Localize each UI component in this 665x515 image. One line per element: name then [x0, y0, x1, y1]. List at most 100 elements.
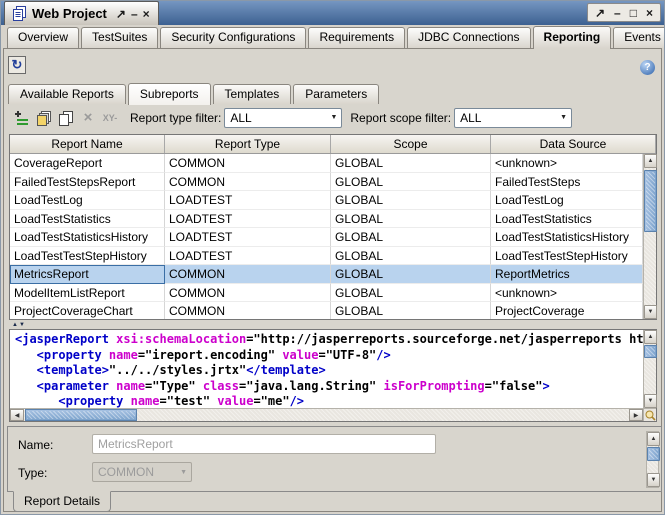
xml-token: ="Type": [145, 379, 196, 393]
xml-token: />: [376, 348, 390, 362]
tab-templates[interactable]: Templates: [213, 84, 292, 104]
table-cell: <unknown>: [491, 154, 643, 173]
scroll-left-button[interactable]: ◀: [10, 409, 24, 421]
tab-security-configurations[interactable]: Security Configurations: [160, 27, 306, 48]
scroll-down-button[interactable]: ▼: [644, 394, 657, 408]
table-cell: LoadTestLog: [10, 191, 165, 210]
scope-filter-select[interactable]: ALL ▼: [454, 108, 572, 128]
table-cell: COMMON: [165, 265, 331, 284]
scroll-up-button[interactable]: ▲: [644, 154, 657, 168]
table-cell: LoadTestTestStepHistory: [491, 247, 643, 266]
scroll-up-button[interactable]: ▲: [644, 330, 657, 344]
table-row[interactable]: ModelItemListReportCOMMONGLOBAL<unknown>: [10, 284, 643, 303]
delete-subreport-button[interactable]: ×: [78, 109, 98, 127]
scroll-down-button[interactable]: ▼: [644, 305, 657, 319]
table-cell: LoadTestLog: [491, 191, 643, 210]
column-header-scope[interactable]: Scope: [331, 135, 491, 153]
scroll-up-button[interactable]: ▲: [647, 432, 660, 446]
xml-editor-code[interactable]: <jasperReport xsi:schemaLocation="http:/…: [10, 330, 643, 408]
xml-token: <parameter: [15, 379, 109, 393]
scrollbar-thumb[interactable]: [644, 170, 657, 232]
close-button[interactable]: ×: [646, 6, 653, 20]
document-tab[interactable]: Web Project ↗ – ×: [4, 1, 159, 25]
type-select[interactable]: COMMON ▼: [92, 462, 192, 482]
frame-restore-button[interactable]: ↗: [116, 8, 126, 20]
xml-token: isForPrompting: [376, 379, 484, 393]
maximize-button[interactable]: □: [630, 6, 637, 20]
restore-button[interactable]: ↗: [595, 6, 605, 20]
help-icon: ?: [644, 62, 650, 73]
collapse-down-icon[interactable]: ▼: [19, 322, 25, 328]
copy-subreport-button[interactable]: [56, 109, 76, 127]
scroll-down-button[interactable]: ▼: [647, 473, 660, 487]
table-cell: LoadTestStatisticsHistory: [491, 228, 643, 247]
column-header-data-source[interactable]: Data Source: [491, 135, 656, 153]
reports-table: Report NameReport TypeScopeData Source C…: [9, 134, 657, 320]
tab-parameters[interactable]: Parameters: [293, 84, 379, 104]
table-row[interactable]: LoadTestLogLOADTESTGLOBALLoadTestLog: [10, 191, 643, 210]
table-cell: COMMON: [165, 173, 331, 192]
table-row[interactable]: MetricsReportCOMMONGLOBALReportMetrics: [10, 265, 643, 284]
table-cell: <unknown>: [491, 284, 643, 303]
editor-vscrollbar[interactable]: ▲ ▼: [643, 330, 656, 408]
tab-available-reports[interactable]: Available Reports: [8, 84, 126, 104]
xml-token: >: [542, 379, 549, 393]
type-select-value: COMMON: [98, 465, 154, 479]
add-subreport-button[interactable]: [12, 109, 32, 127]
help-button[interactable]: ?: [640, 60, 655, 75]
xml-token: ="ireport.encoding": [138, 348, 275, 362]
tab-reporting[interactable]: Reporting: [533, 26, 612, 49]
editor-corner[interactable]: [643, 408, 656, 421]
table-row[interactable]: ProjectCoverageChartCOMMONGLOBALProjectC…: [10, 302, 643, 319]
xml-token: ="java.lang.String": [239, 379, 376, 393]
clone-subreport-button[interactable]: [34, 109, 54, 127]
scrollbar-thumb[interactable]: [25, 409, 137, 421]
scrollbar-thumb[interactable]: [644, 345, 657, 358]
table-cell: ProjectCoverage: [491, 302, 643, 319]
tab-overview[interactable]: Overview: [7, 27, 79, 48]
table-row[interactable]: LoadTestStatisticsHistoryLOADTESTGLOBALL…: [10, 228, 643, 247]
table-cell: LOADTEST: [165, 228, 331, 247]
tab-jdbc-connections[interactable]: JDBC Connections: [407, 27, 530, 48]
tab-subreports[interactable]: Subreports: [128, 83, 211, 105]
column-header-report-type[interactable]: Report Type: [165, 135, 331, 153]
table-cell: LoadTestStatistics: [10, 210, 165, 229]
table-vscrollbar[interactable]: ▲ ▼: [643, 154, 656, 319]
table-cell: GLOBAL: [331, 210, 491, 229]
frame-minimize-button[interactable]: –: [131, 8, 138, 20]
table-row[interactable]: LoadTestStatisticsLOADTESTGLOBALLoadTest…: [10, 210, 643, 229]
xml-line: <property name="ireport.encoding" value=…: [15, 348, 643, 364]
tab-testsuites[interactable]: TestSuites: [81, 27, 158, 48]
table-cell: GLOBAL: [331, 191, 491, 210]
table-row[interactable]: FailedTestStepsReportCOMMONGLOBALFailedT…: [10, 173, 643, 192]
table-cell: GLOBAL: [331, 228, 491, 247]
xml-token: "../../styles.jrtx": [109, 363, 246, 377]
table-cell: LoadTestTestStepHistory: [10, 247, 165, 266]
table-cell: FailedTestSteps: [491, 173, 643, 192]
minimize-button[interactable]: –: [614, 6, 621, 20]
xml-token: name: [123, 394, 159, 408]
table-row[interactable]: LoadTestTestStepHistoryLOADTESTGLOBALLoa…: [10, 247, 643, 266]
refresh-icon: ↻: [12, 57, 23, 73]
frame-close-button[interactable]: ×: [143, 8, 150, 20]
xml-token: ="test": [160, 394, 211, 408]
tab-requirements[interactable]: Requirements: [308, 27, 405, 48]
split-divider[interactable]: ▲ ▼: [9, 321, 657, 329]
name-input[interactable]: [92, 434, 436, 454]
table-cell: GLOBAL: [331, 265, 491, 284]
scroll-right-button[interactable]: ▶: [629, 409, 643, 421]
collapse-up-icon[interactable]: ▲: [12, 322, 18, 328]
details-vscrollbar[interactable]: ▲ ▼: [646, 431, 659, 488]
export-report-button[interactable]: ↻: [8, 56, 26, 74]
xml-token: </template>: [246, 363, 325, 377]
type-filter-select[interactable]: ALL ▼: [224, 108, 342, 128]
table-cell: LoadTestStatistics: [491, 210, 643, 229]
column-header-report-name[interactable]: Report Name: [10, 135, 165, 153]
scrollbar-thumb[interactable]: [647, 447, 660, 461]
editor-hscrollbar[interactable]: ◀ ▶: [10, 408, 643, 421]
table-row[interactable]: CoverageReportCOMMONGLOBAL<unknown>: [10, 154, 643, 173]
xml-editor[interactable]: <jasperReport xsi:schemaLocation="http:/…: [9, 329, 657, 422]
tab-events[interactable]: Events: [613, 27, 665, 48]
tab-report-details[interactable]: Report Details: [13, 491, 111, 512]
edit-parameters-button[interactable]: XY-: [100, 109, 120, 127]
